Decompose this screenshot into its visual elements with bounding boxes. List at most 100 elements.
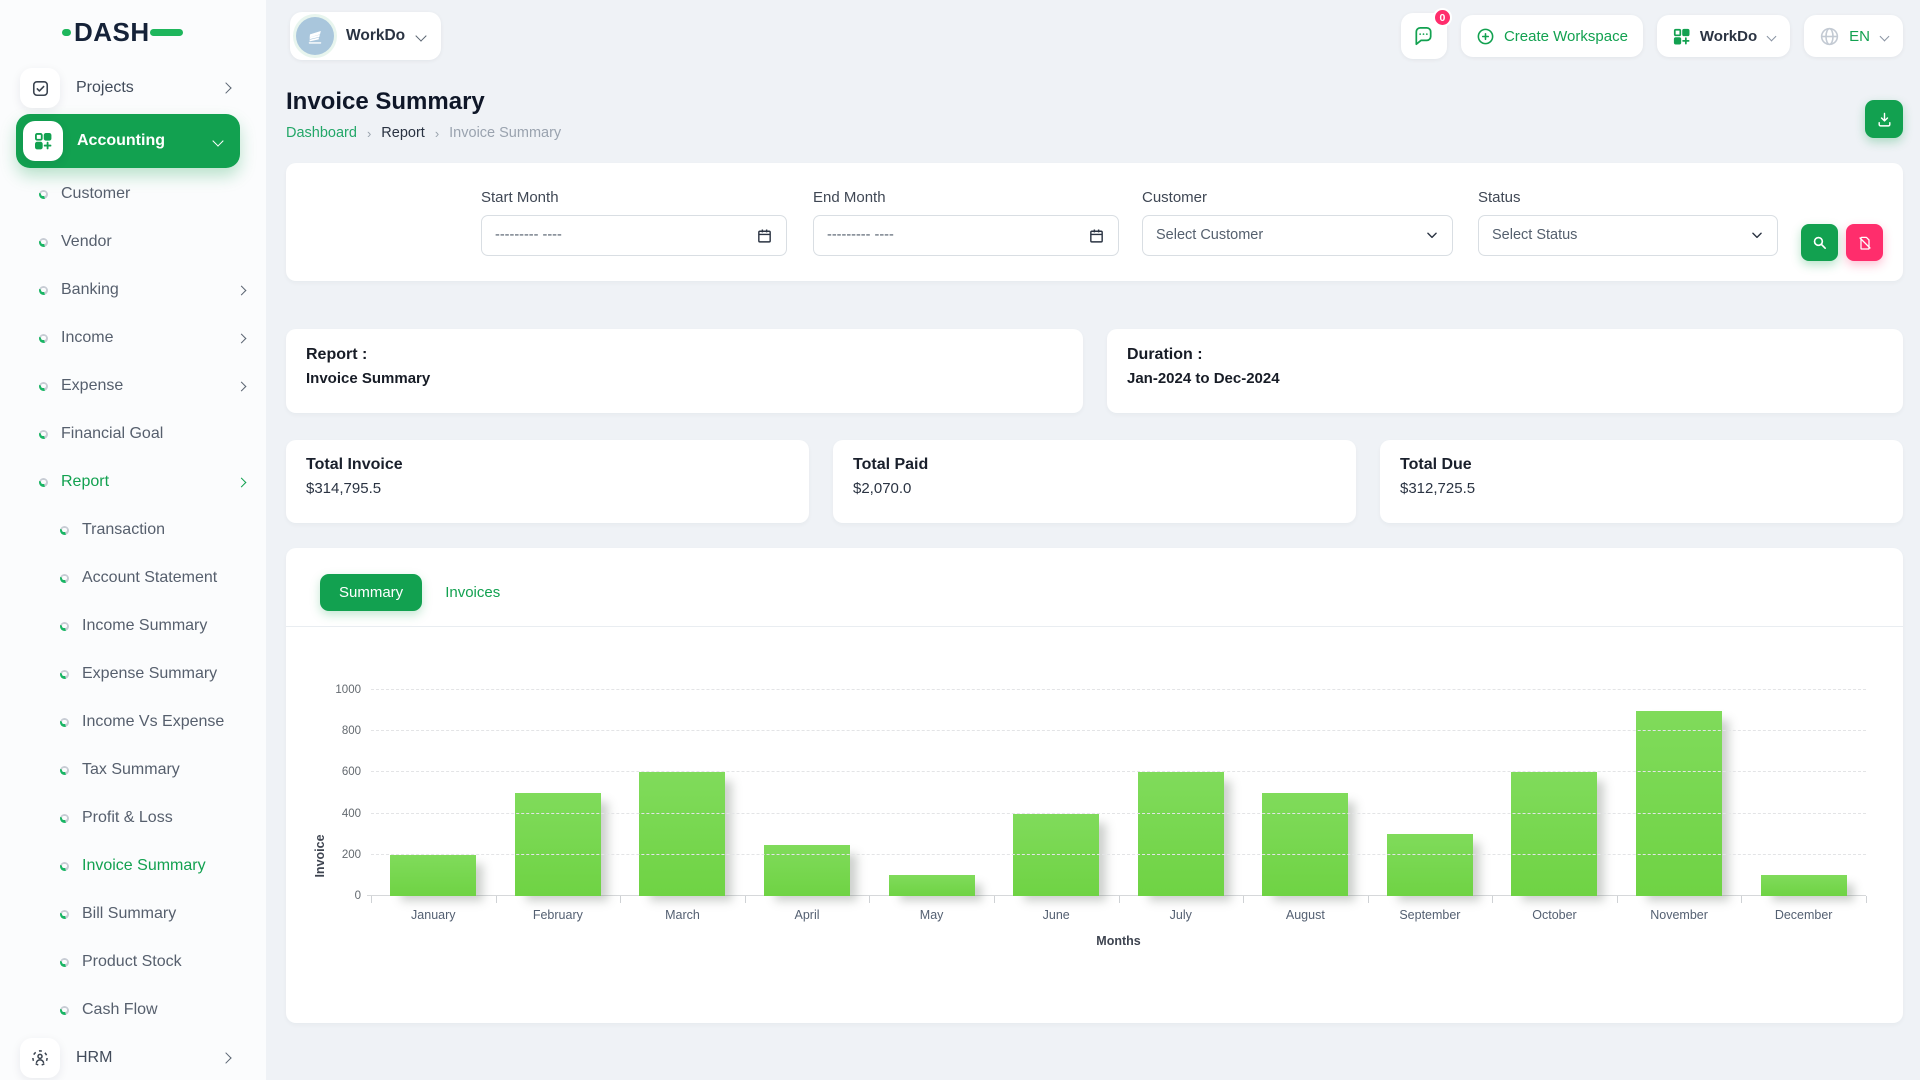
divider: [286, 626, 1903, 627]
chat-icon: [1412, 25, 1435, 48]
x-axis-tick: [1617, 896, 1618, 903]
chevron-down-icon: [1767, 31, 1777, 41]
sidebar-item-expense-summary[interactable]: Expense Summary: [0, 650, 266, 698]
reset-filter-button[interactable]: [1846, 224, 1883, 261]
bar-november[interactable]: [1636, 711, 1722, 896]
sidebar-item-income-vs-expense[interactable]: Income Vs Expense: [0, 698, 266, 746]
plus-circle-icon: [1476, 27, 1495, 46]
bar-column: [1741, 690, 1866, 896]
chevron-right-icon: [237, 477, 247, 487]
summary-chart-card: Summary Invoices Invoice 020040060080010…: [286, 548, 1903, 1023]
bar-february[interactable]: [515, 793, 601, 896]
sidebar-item-hrm[interactable]: HRM: [0, 1034, 266, 1080]
x-axis-tick-label: March: [620, 908, 745, 922]
bar-column: [1118, 690, 1243, 896]
bar-column: [1492, 690, 1617, 896]
duration-value: Jan-2024 to Dec-2024: [1127, 370, 1883, 387]
gridline: [371, 689, 1866, 690]
sidebar-item-report[interactable]: Report: [0, 458, 266, 506]
sidebar-item-product-stock[interactable]: Product Stock: [0, 938, 266, 986]
x-axis-tick: [1119, 896, 1120, 903]
report-card: Report : Invoice Summary: [286, 329, 1083, 413]
search-button[interactable]: [1801, 224, 1838, 261]
sidebar-item-profit-loss[interactable]: Profit & Loss: [0, 794, 266, 842]
bar-column: [371, 690, 496, 896]
page-title: Invoice Summary: [286, 88, 561, 116]
bar-august[interactable]: [1262, 793, 1348, 896]
workspace-switcher[interactable]: WorkDo: [290, 12, 441, 60]
sidebar-item-expense[interactable]: Expense: [0, 362, 266, 410]
duration-card: Duration : Jan-2024 to Dec-2024: [1107, 329, 1903, 413]
sidebar-item-label: Accounting: [77, 132, 165, 150]
sidebar-item-accounting[interactable]: Accounting: [16, 114, 240, 168]
workdo-menu-button[interactable]: WorkDo: [1657, 15, 1790, 57]
bullet-icon: [39, 286, 48, 295]
bullet-icon: [39, 382, 48, 391]
x-axis-tick: [745, 896, 746, 903]
sidebar-item-account-statement[interactable]: Account Statement: [0, 554, 266, 602]
sidebar-item-cash-flow[interactable]: Cash Flow: [0, 986, 266, 1034]
bar-july[interactable]: [1138, 772, 1224, 896]
sidebar-nav: Projects Accounting CustomerVendorBankin…: [0, 64, 266, 1080]
language-selector[interactable]: EN: [1804, 15, 1903, 57]
bar-january[interactable]: [390, 855, 476, 896]
status-select[interactable]: Select Status: [1478, 215, 1778, 256]
create-workspace-button[interactable]: Create Workspace: [1461, 15, 1643, 57]
breadcrumb-report[interactable]: Report: [381, 125, 425, 141]
stat-value: $314,795.5: [306, 480, 789, 497]
customer-select[interactable]: Select Customer: [1142, 215, 1453, 256]
bullet-icon: [60, 958, 69, 967]
gridline: [371, 771, 1866, 772]
workspace-avatar: [296, 17, 334, 55]
x-axis-tick: [620, 896, 621, 903]
sidebar-item-transaction[interactable]: Transaction: [0, 506, 266, 554]
report-tabs: Summary Invoices: [286, 548, 1903, 611]
app-logo[interactable]: DASH: [0, 0, 266, 64]
end-month-input[interactable]: --------- ----: [813, 215, 1119, 256]
bar-december[interactable]: [1761, 875, 1847, 896]
download-report-button[interactable]: [1865, 100, 1903, 138]
bar-september[interactable]: [1387, 834, 1473, 896]
page-head-left: Invoice Summary Dashboard › Report › Inv…: [286, 88, 561, 141]
search-icon: [1811, 234, 1828, 251]
sidebar-item-financial-goal[interactable]: Financial Goal: [0, 410, 266, 458]
x-axis-tick: [1866, 896, 1867, 903]
messages-button[interactable]: 0: [1401, 13, 1447, 59]
bullet-icon: [60, 670, 69, 679]
gridline: [371, 730, 1866, 731]
start-month-input[interactable]: --------- ----: [481, 215, 787, 256]
breadcrumb-dashboard[interactable]: Dashboard: [286, 125, 357, 141]
gridline: [371, 813, 1866, 814]
sidebar-item-income-summary[interactable]: Income Summary: [0, 602, 266, 650]
total-invoice-card: Total Invoice $314,795.5: [286, 440, 809, 523]
x-axis-title: Months: [371, 934, 1866, 948]
bar-october[interactable]: [1511, 772, 1597, 896]
bar-march[interactable]: [639, 772, 725, 896]
sidebar-item-customer[interactable]: Customer: [0, 170, 266, 218]
dash-logo-icon: DASH: [62, 15, 184, 49]
chevron-right-icon: [220, 82, 231, 93]
tab-summary[interactable]: Summary: [320, 574, 422, 611]
tab-invoices[interactable]: Invoices: [439, 574, 506, 611]
bullet-icon: [60, 526, 69, 535]
sidebar-item-vendor[interactable]: Vendor: [0, 218, 266, 266]
bar-column: [745, 690, 870, 896]
bar-may[interactable]: [889, 875, 975, 896]
sidebar-item-income[interactable]: Income: [0, 314, 266, 362]
customer-label: Customer: [1142, 189, 1453, 206]
file-slash-icon: [1857, 235, 1873, 251]
bar-april[interactable]: [764, 845, 850, 897]
sidebar-item-invoice-summary[interactable]: Invoice Summary: [0, 842, 266, 890]
sidebar-item-banking[interactable]: Banking: [0, 266, 266, 314]
y-axis-tick-label: 1000: [335, 684, 361, 696]
x-axis-tick: [1492, 896, 1493, 903]
sidebar-item-tax-summary[interactable]: Tax Summary: [0, 746, 266, 794]
sidebar-item-bill-summary[interactable]: Bill Summary: [0, 890, 266, 938]
filter-card: Start Month --------- ---- End Month ---…: [286, 163, 1903, 281]
workspace-name: WorkDo: [346, 27, 405, 45]
x-axis-tick-label: July: [1118, 908, 1243, 922]
total-paid-card: Total Paid $2,070.0: [833, 440, 1356, 523]
x-axis-tick: [994, 896, 995, 903]
sidebar-item-projects[interactable]: Projects: [0, 64, 266, 112]
x-axis-tick-label: April: [745, 908, 870, 922]
